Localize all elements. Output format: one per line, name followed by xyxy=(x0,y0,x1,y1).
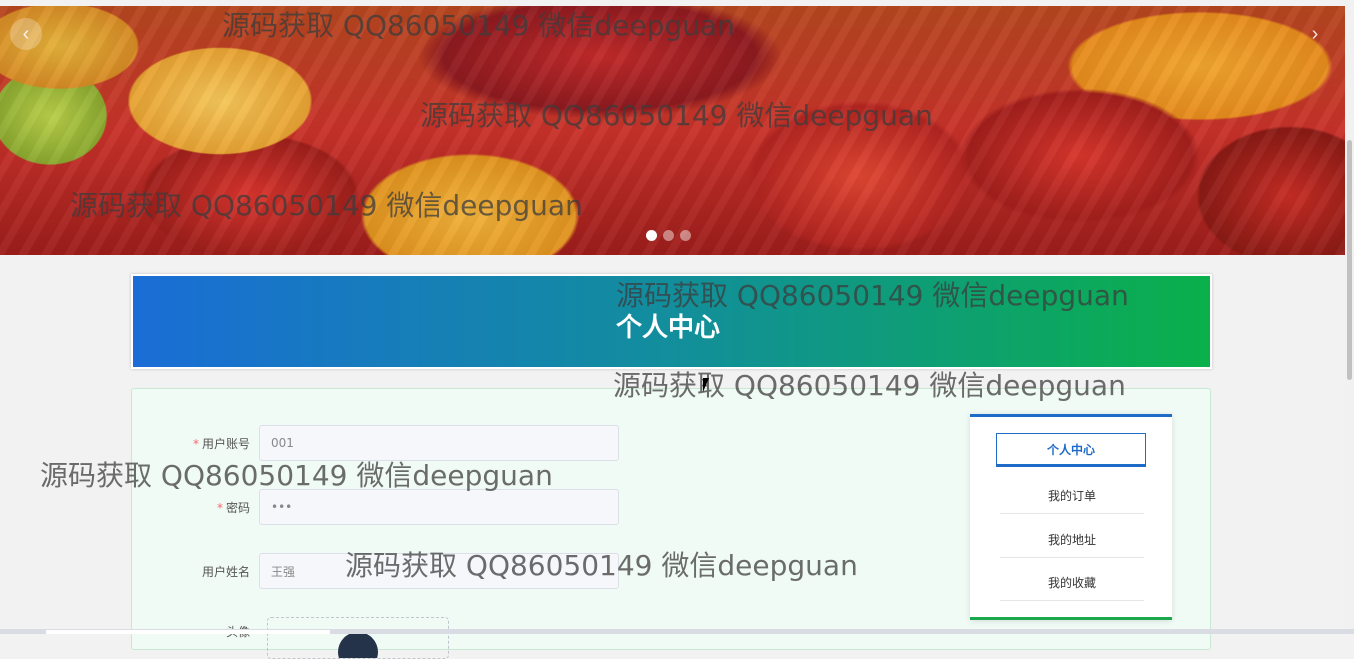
chevron-right-icon: › xyxy=(1311,22,1319,45)
password-label: * 密码 xyxy=(216,500,250,515)
horizontal-scrollbar-thumb[interactable] xyxy=(46,630,330,634)
carousel-next-button[interactable]: › xyxy=(1299,18,1331,50)
carousel-dot-1[interactable] xyxy=(646,230,657,241)
carousel-indicators xyxy=(646,230,691,241)
carousel-dot-2[interactable] xyxy=(663,230,674,241)
mouse-cursor-icon xyxy=(703,378,709,392)
account-label: * 用户账号 xyxy=(192,436,250,451)
password-field[interactable]: ••• xyxy=(259,489,619,525)
name-label: 用户姓名 xyxy=(201,564,250,579)
page-scrollbar[interactable] xyxy=(1345,0,1354,634)
name-field[interactable]: 王强 xyxy=(259,553,619,589)
menu-item-profile[interactable]: 个人中心 xyxy=(996,433,1146,467)
menu-item-address[interactable]: 我的地址 xyxy=(1000,521,1144,558)
menu-item-orders[interactable]: 我的订单 xyxy=(1000,477,1144,514)
menu-item-favorites[interactable]: 我的收藏 xyxy=(1000,564,1144,601)
account-field[interactable]: 001 xyxy=(259,425,619,461)
chevron-left-icon: ‹ xyxy=(22,22,30,45)
horizontal-scrollbar[interactable] xyxy=(0,629,1354,634)
carousel-dot-3[interactable] xyxy=(680,230,691,241)
page-title: 个人中心 xyxy=(616,313,721,343)
side-menu: 个人中心 我的订单 我的地址 我的收藏 xyxy=(970,414,1172,620)
form-row-name: 用户姓名 王强 xyxy=(132,553,619,589)
form-row-account: * 用户账号 001 xyxy=(132,425,619,461)
avatar xyxy=(338,632,378,658)
carousel-prev-button[interactable]: ‹ xyxy=(10,18,42,50)
banner-carousel: ‹ › xyxy=(0,6,1345,255)
scrollbar-thumb[interactable] xyxy=(1347,140,1352,380)
form-row-password: * 密码 ••• xyxy=(132,489,619,525)
avatar-upload[interactable] xyxy=(267,617,449,659)
